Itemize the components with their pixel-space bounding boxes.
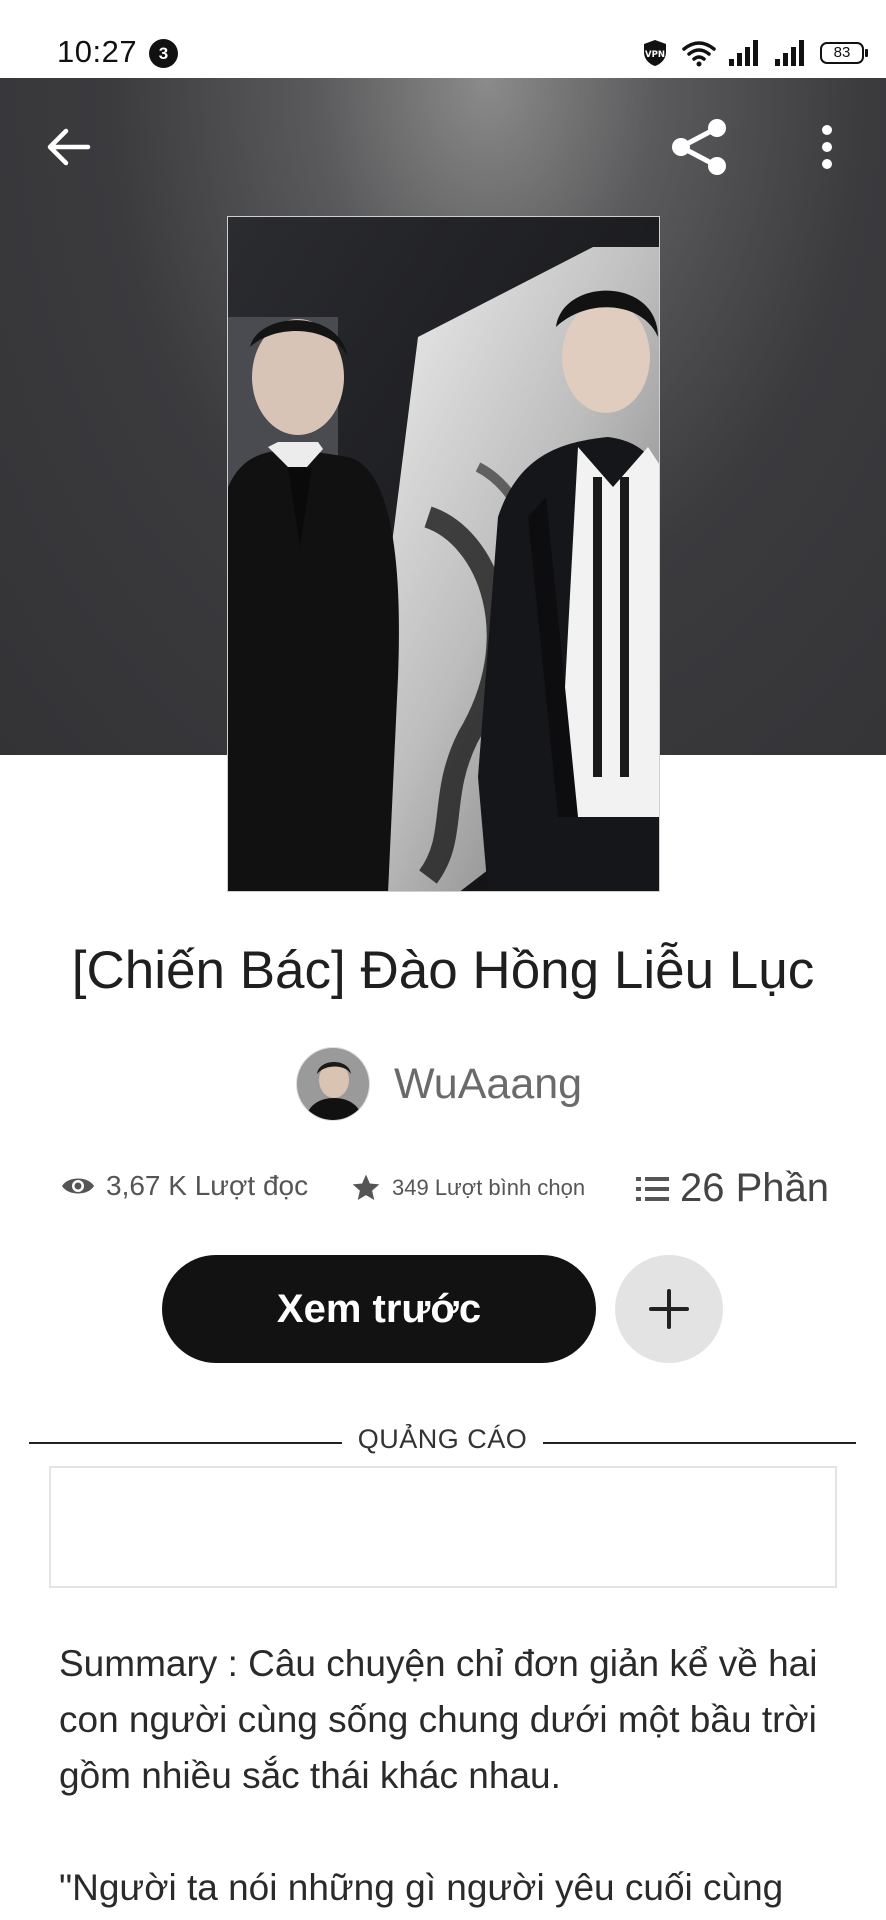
reads-stat: 3,67 K Lượt đọc: [60, 1170, 308, 1202]
wifi-icon: [682, 41, 716, 67]
ad-container[interactable]: [49, 1466, 837, 1588]
eye-icon: [62, 1178, 94, 1194]
cover-illustration: [228, 217, 659, 891]
arrow-left-icon: [47, 128, 91, 166]
vpn-label: VPN: [645, 50, 665, 60]
description-paragraph: "Người ta nói những gì người yêu cuối cù…: [59, 1867, 784, 1908]
author-avatar[interactable]: [296, 1047, 370, 1121]
plus-icon: [649, 1289, 689, 1329]
vpn-icon: VPN: [644, 40, 666, 66]
parts-stat[interactable]: 26 Phần: [636, 1166, 829, 1211]
ad-label: QUẢNG CÁO: [357, 1424, 528, 1454]
back-button[interactable]: [34, 112, 104, 182]
battery-level: 83: [833, 44, 851, 61]
battery-indicator: 83: [820, 42, 868, 64]
divider-line-left: [29, 1442, 342, 1444]
signal-icon-2: [775, 40, 804, 66]
signal-icon-1: [729, 40, 758, 66]
reads-count: 3,67 K Lượt đọc: [106, 1170, 309, 1201]
description-paragraph: Summary : Câu chuyện chỉ đơn giản kể về …: [59, 1643, 818, 1796]
author-name[interactable]: WuAaang: [394, 1060, 582, 1109]
ad-divider: QUẢNG CÁO: [29, 1424, 856, 1460]
divider-line-right: [543, 1442, 856, 1444]
story-cover-image[interactable]: [227, 216, 660, 892]
star-icon: [352, 1174, 380, 1200]
add-to-library-button[interactable]: [615, 1255, 723, 1363]
story-stats: 3,67 K Lượt đọc 349 Lượt bình chọn 26 Ph…: [0, 1160, 886, 1216]
more-options-button[interactable]: [792, 112, 862, 182]
share-button[interactable]: [664, 112, 734, 182]
parts-count[interactable]: 26 Phần: [680, 1166, 829, 1211]
story-title: [Chiến Bác] Đào Hồng Liễu Lục: [71, 941, 815, 1000]
votes-stat: 349 Lượt bình chọn: [350, 1172, 585, 1204]
votes-count: 349 Lượt bình chọn: [392, 1175, 586, 1200]
status-time: 10:27: [57, 34, 138, 69]
preview-button[interactable]: Xem trước: [162, 1255, 596, 1363]
share-icon: [672, 119, 726, 175]
notification-badge: 3: [149, 39, 178, 68]
status-icons: VPN 83: [640, 36, 868, 70]
more-vertical-icon: [822, 125, 832, 169]
story-description: Summary : Câu chuyện chỉ đơn giản kể về …: [59, 1636, 839, 1920]
preview-button-label: Xem trước: [276, 1286, 482, 1331]
list-icon: [636, 1176, 669, 1201]
status-bar: 10:27 3 VPN 83: [0, 0, 886, 78]
author-link[interactable]: WuAaang: [296, 1047, 582, 1121]
